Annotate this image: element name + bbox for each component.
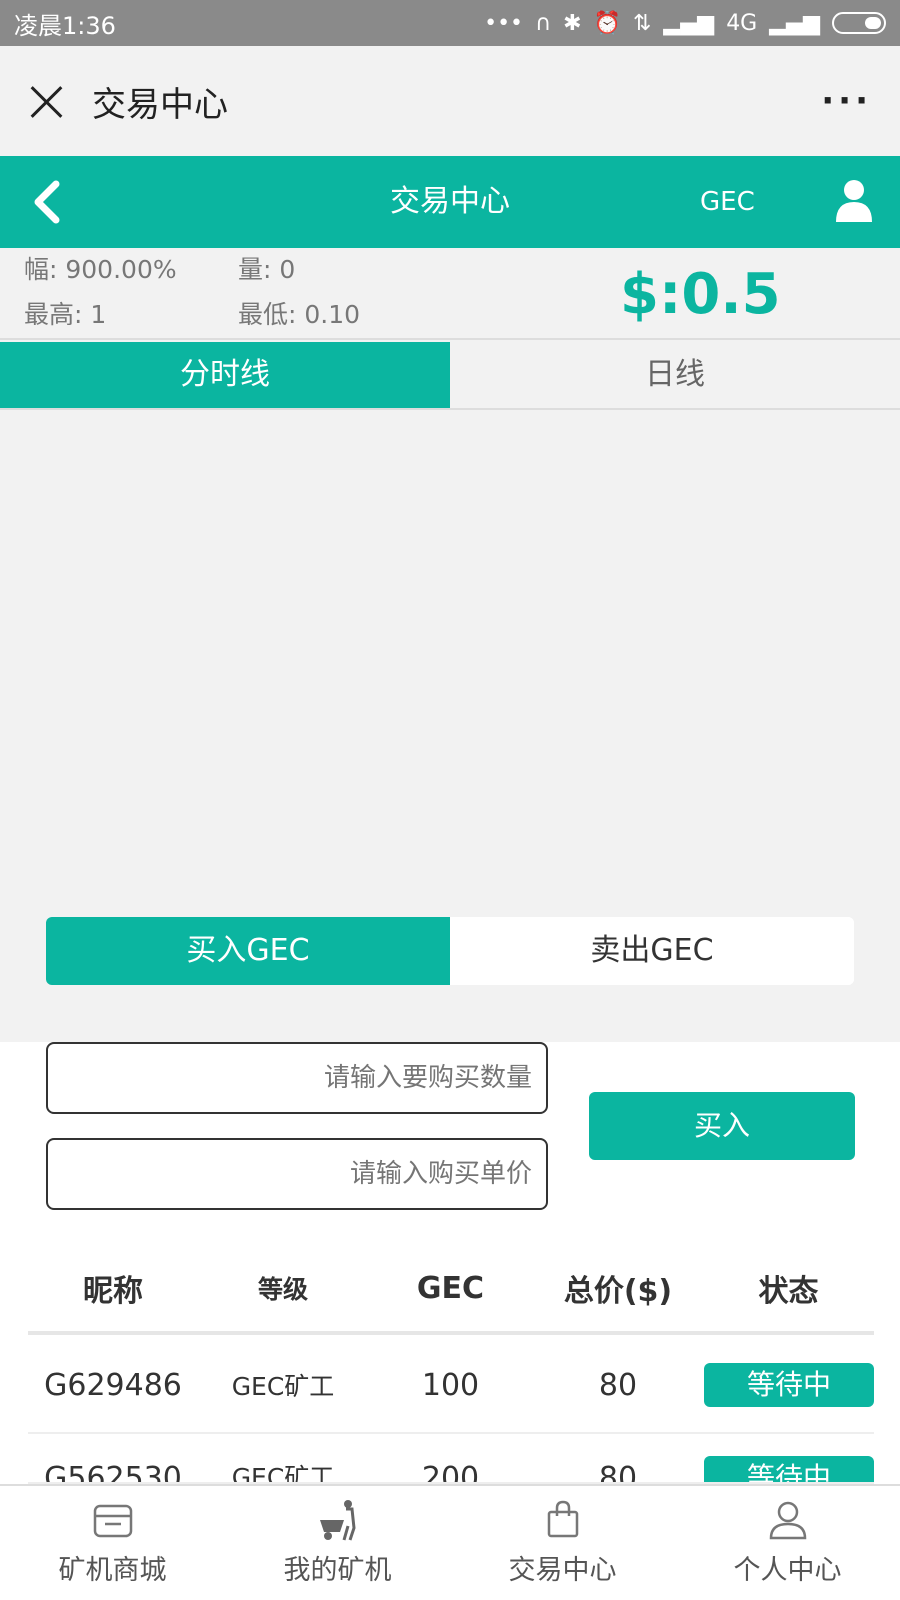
stat-volume: 量: 0 xyxy=(238,255,296,284)
tab-daily[interactable]: 日线 xyxy=(450,342,900,408)
nav-item-my-miners[interactable]: 我的矿机 xyxy=(225,1486,450,1600)
cell-nickname: G562530 xyxy=(44,1461,182,1484)
chart-tabs: 分时线 日线 xyxy=(0,342,900,410)
col-status: 状态 xyxy=(758,1274,819,1309)
nav-item-miner-store[interactable]: 矿机商城 xyxy=(0,1486,225,1600)
market-stats: 幅: 900.00% 量: 0 最高: 1 最低: 0.10 $:0.5 xyxy=(0,248,900,340)
headphones-icon: ∩ xyxy=(535,10,552,36)
stat-high: 最高: 1 xyxy=(24,300,107,329)
nav-label: 交易中心 xyxy=(508,1555,617,1586)
alarm-icon: ⏰ xyxy=(593,10,621,36)
signal-icon-2: ▂▄▆ xyxy=(769,10,820,36)
nav-label: 个人中心 xyxy=(733,1555,842,1586)
col-gec: GEC xyxy=(416,1270,485,1306)
buy-button[interactable]: 买入 xyxy=(589,1092,855,1160)
signal-icon: ▂▄▆ xyxy=(663,10,715,36)
person-icon xyxy=(769,1501,806,1540)
nav-item-personal-center[interactable]: 个人中心 xyxy=(675,1486,900,1600)
cell-nickname: G629486 xyxy=(44,1367,182,1403)
nav-label: 矿机商城 xyxy=(58,1555,167,1586)
col-level: 等级 xyxy=(257,1275,308,1304)
store-icon xyxy=(93,1504,132,1538)
status-time: 凌晨1:36 xyxy=(14,11,116,40)
table-row: G562530 GEC矿工 200 80 等待中 xyxy=(28,1436,874,1484)
page-title: 交易中心 xyxy=(390,184,510,219)
cell-gec: 200 xyxy=(421,1461,480,1484)
chart-area xyxy=(0,412,900,892)
nav-item-trade-center[interactable]: 交易中心 xyxy=(450,1486,675,1600)
cell-status: 等待中 xyxy=(703,1363,874,1407)
page-header: 交易中心 GEC xyxy=(0,156,900,248)
status-badge[interactable]: 等待中 xyxy=(704,1456,874,1482)
bottom-nav: 矿机商城 我的矿机 交易中心 个人中心 xyxy=(0,1484,900,1600)
miner-icon xyxy=(319,1500,356,1541)
col-nickname: 昵称 xyxy=(83,1274,143,1309)
more-dots-icon: ••• xyxy=(484,10,524,36)
cell-total: 80 xyxy=(598,1367,638,1403)
stat-change: 幅: 900.00% xyxy=(24,255,177,284)
shopping-bag-icon xyxy=(547,1500,578,1538)
chevron-left-icon[interactable] xyxy=(28,180,68,224)
orders-table-header: 昵称 等级 GEC 总价($) 状态 xyxy=(28,1245,874,1335)
quantity-input[interactable] xyxy=(46,1042,548,1114)
cell-level: GEC矿工 xyxy=(231,1372,335,1401)
close-icon[interactable] xyxy=(28,83,64,119)
more-menu-button[interactable]: ··· xyxy=(821,81,872,121)
bluetooth-icon: ✱ xyxy=(563,10,582,36)
cell-status: 等待中 xyxy=(703,1456,874,1482)
wechat-title: 交易中心 xyxy=(92,84,228,125)
cell-total: 80 xyxy=(598,1461,638,1484)
nav-label: 我的矿机 xyxy=(283,1555,392,1586)
sell-gec-tab[interactable]: 卖出GEC xyxy=(450,917,854,985)
current-price: $:0.5 xyxy=(620,262,781,327)
status-bar: 凌晨1:36 ••• ∩ ✱ ⏰ ⇅ ▂▄▆ 4G ▂▄▆ xyxy=(0,0,900,46)
data-transfer-icon: ⇅ xyxy=(632,10,652,36)
wechat-title-bar: 交易中心 ··· xyxy=(0,46,900,156)
status-badge[interactable]: 等待中 xyxy=(704,1363,874,1407)
coin-selector[interactable]: GEC xyxy=(700,156,755,248)
cell-level: GEC矿工 xyxy=(231,1463,335,1484)
col-total: 总价($) xyxy=(563,1274,673,1309)
unit-price-input[interactable] xyxy=(46,1138,548,1210)
user-icon[interactable] xyxy=(834,178,874,224)
stat-low: 最低: 0.10 xyxy=(238,300,361,329)
trade-toggle: 买入GEC 卖出GEC xyxy=(46,917,854,985)
buy-gec-tab[interactable]: 买入GEC xyxy=(46,917,450,985)
network-type: 4G xyxy=(726,10,758,36)
battery-icon xyxy=(832,12,886,34)
tab-intraday[interactable]: 分时线 xyxy=(0,342,450,408)
table-row: G629486 GEC矿工 100 80 等待中 xyxy=(28,1338,874,1434)
cell-gec: 100 xyxy=(421,1367,480,1403)
status-icons: ••• ∩ ✱ ⏰ ⇅ ▂▄▆ 4G ▂▄▆ xyxy=(484,11,886,36)
